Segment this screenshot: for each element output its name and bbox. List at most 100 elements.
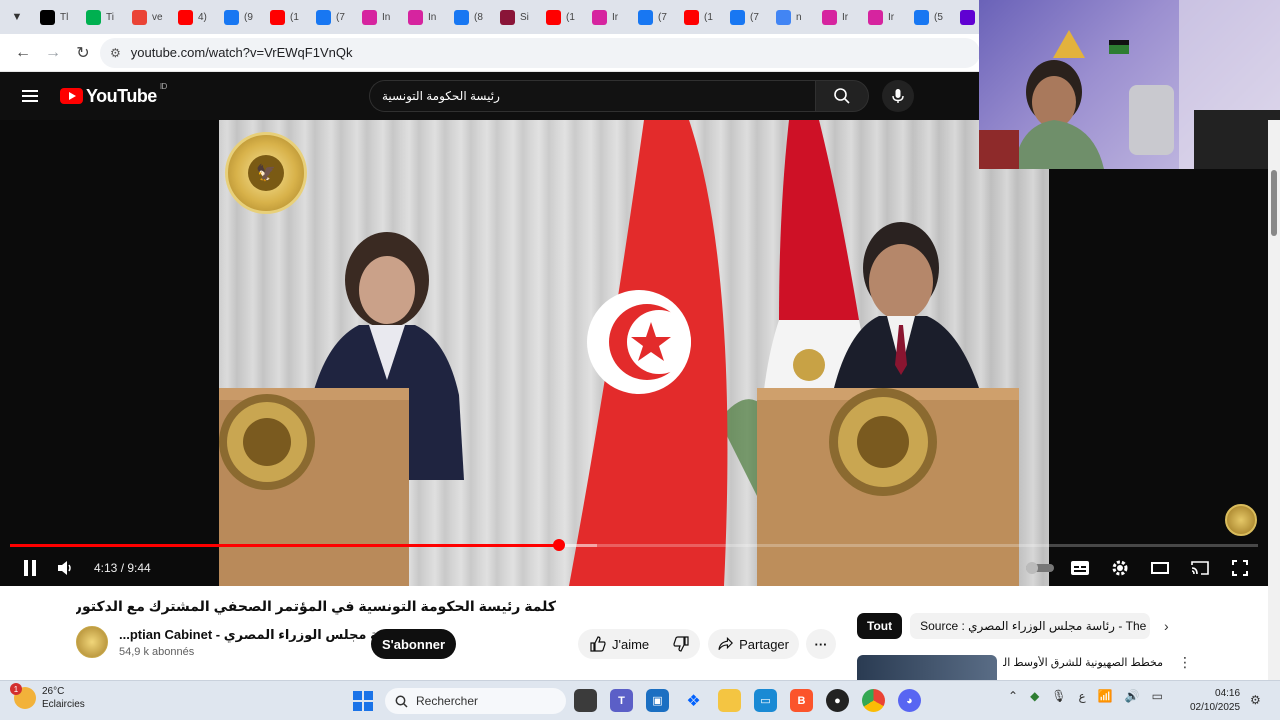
facebook-icon — [316, 9, 331, 25]
taskbar-clock[interactable]: 04:16 02/10/2025 — [1190, 687, 1240, 715]
browser-tab[interactable]: (8 — [448, 4, 494, 30]
browser-tab[interactable]: Ir — [862, 4, 908, 30]
windows-start-icon[interactable] — [353, 691, 373, 711]
browser-tab[interactable]: n — [770, 4, 816, 30]
remote-desktop-icon[interactable]: ▭ — [754, 689, 777, 712]
browser-tab[interactable]: ve — [126, 4, 172, 30]
more-actions-button[interactable]: ··· — [806, 629, 836, 659]
battery-icon[interactable]: ▭ — [1152, 689, 1163, 703]
notifications-icon[interactable]: ⚙ — [1250, 693, 1261, 707]
tab-title: Ir — [888, 11, 895, 23]
scrollbar-thumb[interactable] — [1271, 170, 1277, 236]
address-bar[interactable]: ⚙ youtube.com/watch?v=VrEWqF1VnQk — [100, 37, 980, 68]
browser-tab[interactable]: In — [356, 4, 402, 30]
facebook-icon — [638, 9, 653, 25]
cast-button[interactable] — [1182, 550, 1218, 586]
page-scrollbar[interactable] — [1268, 120, 1280, 680]
channel-row: ...ptian Cabinet - رئاسة مجلس الوزراء ال… — [76, 626, 408, 658]
file-explorer-icon[interactable] — [718, 689, 741, 712]
time-display: 4:13 / 9:44 — [94, 561, 151, 575]
progress-bar[interactable] — [10, 539, 1258, 551]
recommended-title[interactable]: مخطط الصهيونية للشرق الأوسط الجديد - ... — [1003, 656, 1163, 669]
share-button[interactable]: Partager — [708, 629, 799, 659]
chevron-up-icon[interactable]: ⌃ — [1008, 689, 1018, 703]
url-text: youtube.com/watch?v=VrEWqF1VnQk — [130, 45, 353, 60]
youtube-logo[interactable]: YouTube ID — [60, 82, 167, 107]
channel-avatar[interactable] — [76, 626, 108, 658]
taskbar: 1 26°C Eclaircies Rechercher T ▣ ❖ ▭ B ●… — [0, 680, 1280, 720]
k-icon — [86, 9, 101, 25]
browser-tab[interactable]: (7 — [724, 4, 770, 30]
browser-tab[interactable]: Ir — [816, 4, 862, 30]
site-info-icon[interactable]: ⚙ — [110, 46, 121, 60]
clock-date: 02/10/2025 — [1190, 702, 1241, 713]
browser-tab[interactable]: (7 — [632, 4, 678, 30]
security-shield-icon[interactable]: ◆ — [1030, 689, 1039, 703]
dropbox-icon[interactable]: ❖ — [682, 689, 705, 712]
gmail-icon — [132, 9, 147, 25]
weather-widget[interactable]: 1 26°C Eclaircies — [10, 683, 85, 711]
like-button[interactable]: J'aime — [578, 629, 661, 659]
more-vertical-icon[interactable]: ⋮ — [1178, 654, 1192, 671]
discord-icon[interactable]: ◕ — [898, 689, 921, 712]
teams-icon[interactable]: T — [610, 689, 633, 712]
browser-tab[interactable]: Tl — [34, 4, 80, 30]
subtitles-button[interactable] — [1062, 550, 1098, 586]
video-info-section: كلمة رئيسة الحكومة التونسية في المؤتمر ا… — [0, 586, 1268, 680]
chrome-icon[interactable] — [862, 689, 885, 712]
share-label: Partager — [739, 636, 789, 652]
theater-mode-button[interactable] — [1142, 550, 1178, 586]
video-player[interactable]: 🦅 4:13 / 9:44 — [0, 120, 1268, 586]
wifi-icon[interactable]: 📶 — [1098, 689, 1113, 703]
menu-icon[interactable] — [0, 90, 60, 102]
browser-tab[interactable]: Ir — [586, 4, 632, 30]
browser-tab[interactable]: 4) — [172, 4, 218, 30]
pause-button[interactable] — [12, 550, 48, 586]
region-code: ID — [159, 81, 168, 91]
tiktok-icon — [40, 9, 55, 25]
speaker-icon[interactable]: 🔊 — [1125, 689, 1140, 703]
browser-tab[interactable]: (1 — [678, 4, 724, 30]
chevron-right-icon[interactable]: › — [1164, 618, 1180, 634]
tab-search-icon[interactable]: ▼ — [4, 4, 30, 30]
reload-icon[interactable]: ↻ — [68, 38, 98, 68]
recommended-thumbnail[interactable] — [857, 655, 997, 680]
channel-name[interactable]: ...ptian Cabinet - رئاسة مجلس الوزراء ال… — [119, 627, 408, 643]
tab-title: Si — [520, 11, 529, 23]
microphone-icon[interactable]: 🎙 — [1051, 689, 1066, 703]
dislike-button[interactable] — [661, 629, 701, 659]
subscribe-button[interactable]: S'abonner — [371, 629, 457, 659]
channel-watermark-logo[interactable] — [1225, 504, 1257, 536]
browser-tab[interactable]: (1 — [264, 4, 310, 30]
store-icon[interactable]: ▣ — [646, 689, 669, 712]
browser-tab[interactable]: In — [402, 4, 448, 30]
language-indicator[interactable]: ع — [1079, 689, 1086, 703]
browser-tab[interactable]: (1 — [540, 4, 586, 30]
chip-all[interactable]: Tout — [857, 613, 903, 639]
autoplay-toggle[interactable] — [1022, 550, 1058, 586]
browser-tab[interactable]: Ti — [80, 4, 126, 30]
app-dark-icon[interactable]: ● — [826, 689, 849, 712]
browser-tab[interactable]: (5 — [908, 4, 954, 30]
browser-tab[interactable]: (7 — [310, 4, 356, 30]
back-icon[interactable]: ← — [8, 38, 38, 68]
search-input[interactable]: رئيسة الحكومة التونسية — [369, 80, 815, 112]
autoplay-toggle-icon — [1026, 562, 1054, 574]
search-button[interactable] — [815, 80, 869, 112]
forward-icon[interactable]: → — [38, 38, 68, 68]
cast-icon — [1191, 561, 1209, 575]
browser-tab[interactable]: Si — [494, 4, 540, 30]
played-bar — [10, 544, 560, 547]
taskbar-apps: T ▣ ❖ ▭ B ● ◕ — [574, 689, 921, 712]
fullscreen-button[interactable] — [1222, 550, 1258, 586]
volume-button[interactable] — [48, 550, 84, 586]
browser-tab[interactable]: (9 — [218, 4, 264, 30]
settings-button[interactable] — [1102, 550, 1138, 586]
taskbar-search[interactable]: Rechercher — [385, 688, 566, 714]
task-view-icon[interactable] — [574, 689, 597, 712]
voice-search-button[interactable] — [882, 80, 914, 112]
brave-icon[interactable]: B — [790, 689, 813, 712]
weather-temp: 26°C — [42, 686, 65, 697]
chip-source[interactable]: Source : رئاسة مجلس الوزراء المصري - The… — [910, 613, 1151, 639]
subtitles-icon — [1071, 561, 1089, 575]
